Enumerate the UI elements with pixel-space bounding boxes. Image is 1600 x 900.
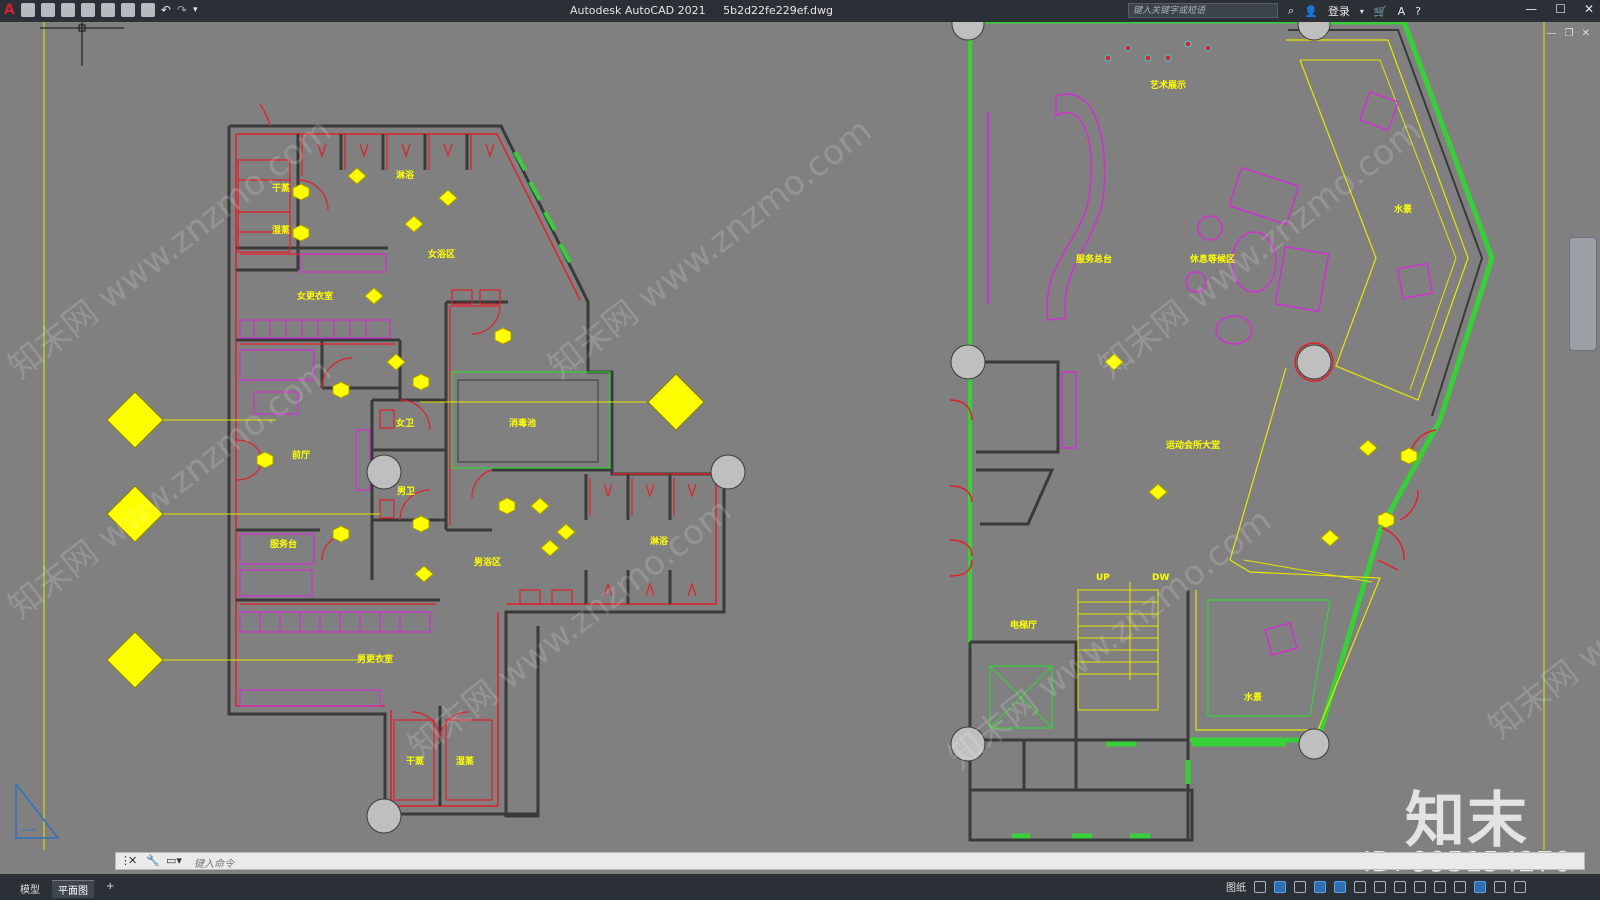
svg-text:前厅: 前厅 <box>292 449 310 461</box>
diagonal-watermarks: 知末网 www.znzmo.com 知末网 www.znzmo.com 知末网 … <box>1 111 1600 777</box>
close-cmd-icon[interactable]: ✕ <box>128 854 137 867</box>
plot-icon[interactable] <box>140 3 155 17</box>
save-as-icon[interactable] <box>80 3 95 17</box>
sign-in-link[interactable]: 登录 <box>1328 3 1350 19</box>
customize-cmd-icon[interactable]: 🔧 <box>146 854 160 867</box>
window-title: Autodesk AutoCAD 2021 5b2d22fe229ef.dwg <box>570 4 847 17</box>
customize-qat-icon[interactable]: ▾ <box>193 5 198 15</box>
isolate-objects-icon[interactable] <box>1454 880 1466 893</box>
close-icon[interactable]: ✕ <box>1584 2 1594 16</box>
ortho-icon[interactable] <box>1314 880 1326 893</box>
svg-text:知末网 www.znzmo.com: 知末网 www.znzmo.com <box>1 351 339 627</box>
drawing-window-controls: — ❐ ✕ <box>1547 28 1590 39</box>
annotation-scale-icon[interactable] <box>1374 880 1386 893</box>
selection-cycling-icon[interactable] <box>1354 880 1366 893</box>
svg-text:服务总台: 服务总台 <box>1076 253 1112 265</box>
svg-text:湿蒸: 湿蒸 <box>272 224 290 236</box>
plus-icon[interactable] <box>1434 880 1446 893</box>
navigation-bar[interactable] <box>1569 237 1597 351</box>
help-icon[interactable]: ? <box>1415 5 1421 18</box>
svg-text:消毒池: 消毒池 <box>509 417 536 429</box>
file-name: 5b2d22fe229ef.dwg <box>723 4 833 17</box>
title-bar: A ↶ ↷ ▾ Autodesk AutoCAD 2021 5b2d22fe22… <box>0 0 1600 22</box>
doc-minimize-icon[interactable]: — <box>1547 28 1557 39</box>
hardware-acceleration-icon[interactable] <box>1474 880 1486 893</box>
object-snap-tracking-icon[interactable] <box>1334 880 1346 893</box>
quick-access-toolbar: A ↶ ↷ ▾ <box>4 3 198 17</box>
svg-text:水景: 水景 <box>1244 691 1262 703</box>
cart-icon[interactable]: 🛒 <box>1374 5 1388 18</box>
svg-text:运动会所大堂: 运动会所大堂 <box>1166 439 1220 451</box>
svg-text:女浴区: 女浴区 <box>428 248 455 260</box>
svg-text:湿蒸: 湿蒸 <box>456 755 474 767</box>
svg-text:淋浴: 淋浴 <box>396 169 415 181</box>
svg-text:知末网 www.znzmo.com: 知末网 www.znzmo.com <box>1091 111 1429 387</box>
minimize-icon[interactable]: — <box>1525 2 1537 16</box>
svg-text:男卫: 男卫 <box>397 486 415 497</box>
svg-text:女卫: 女卫 <box>396 417 414 429</box>
svg-text:UP: UP <box>1096 573 1110 583</box>
search-icon[interactable]: ⌕ <box>1288 4 1294 18</box>
crosshair-cursor <box>40 22 124 66</box>
autocad-logo-icon[interactable]: A <box>4 3 15 17</box>
ucs-icon <box>15 783 60 839</box>
svg-text:知末网 www.znzmo.com: 知末网 www.znzmo.com <box>541 111 879 387</box>
search-input[interactable]: 键入关键字或短语 <box>1128 3 1278 18</box>
snap-icon[interactable] <box>1254 880 1266 893</box>
window-controls: — ☐ ✕ <box>1525 2 1594 16</box>
add-layout-icon[interactable]: + <box>100 880 120 893</box>
svg-text:服务台: 服务台 <box>270 538 297 550</box>
command-line[interactable]: ⋮ ✕ 🔧 ▭▾ 键入命令 <box>115 852 1585 870</box>
annotation-visibility-icon[interactable] <box>1394 880 1406 893</box>
workspace-gear-icon[interactable] <box>1414 880 1426 893</box>
maximize-icon[interactable]: ☐ <box>1555 2 1566 16</box>
clean-screen-icon[interactable] <box>1494 880 1506 893</box>
status-bar: 模型 平面图 + 图纸 <box>0 874 1600 900</box>
paper-space-toggle[interactable]: 图纸 <box>1226 879 1246 894</box>
new-icon[interactable] <box>20 3 35 17</box>
user-icon[interactable]: 👤 <box>1304 5 1318 18</box>
a360-icon[interactable]: A <box>1398 5 1406 18</box>
undo-icon[interactable]: ↶ <box>161 3 171 17</box>
drawing-canvas[interactable]: 干蒸 湿蒸 女浴区 淋浴 女更衣室 女卫 消毒池 前厅 男卫 服务台 男浴区 淋… <box>0 22 1600 852</box>
app-name: Autodesk AutoCAD 2021 <box>570 4 706 17</box>
svg-text:男浴区: 男浴区 <box>474 556 501 568</box>
svg-text:知末网 www.znzmo.com: 知末网 www.znzmo.com <box>941 501 1279 777</box>
redo-icon[interactable]: ↷ <box>177 3 187 17</box>
polar-icon[interactable] <box>1274 880 1286 893</box>
save-icon[interactable] <box>60 3 75 17</box>
doc-restore-icon[interactable]: ❐ <box>1565 28 1574 39</box>
doc-close-icon[interactable]: ✕ <box>1582 28 1590 39</box>
open-icon[interactable] <box>40 3 55 17</box>
recent-commands-icon[interactable]: ▭▾ <box>166 854 182 867</box>
svg-text:艺术展示: 艺术展示 <box>1150 79 1186 91</box>
open-web-icon[interactable] <box>100 3 115 17</box>
svg-text:知末网 www.znzmo.com: 知末网 www.znzmo.com <box>1481 471 1600 747</box>
status-tools: 图纸 <box>1226 879 1526 894</box>
header-tools: ⌕ 👤 登录 ▾ 🛒 A ? <box>1288 3 1421 19</box>
command-input[interactable]: 键入命令 <box>194 855 234 870</box>
customization-menu-icon[interactable] <box>1514 880 1526 893</box>
tab-layout[interactable]: 平面图 <box>52 880 94 898</box>
chevron-down-icon[interactable]: ▾ <box>1360 7 1364 16</box>
svg-text:女更衣室: 女更衣室 <box>297 290 333 302</box>
osnap-icon[interactable] <box>1294 880 1306 893</box>
tab-model[interactable]: 模型 <box>14 880 46 897</box>
svg-text:男更衣室: 男更衣室 <box>357 653 393 665</box>
svg-text:电梯厅: 电梯厅 <box>1010 619 1037 631</box>
save-web-icon[interactable] <box>120 3 135 17</box>
svg-text:水景: 水景 <box>1394 203 1412 215</box>
